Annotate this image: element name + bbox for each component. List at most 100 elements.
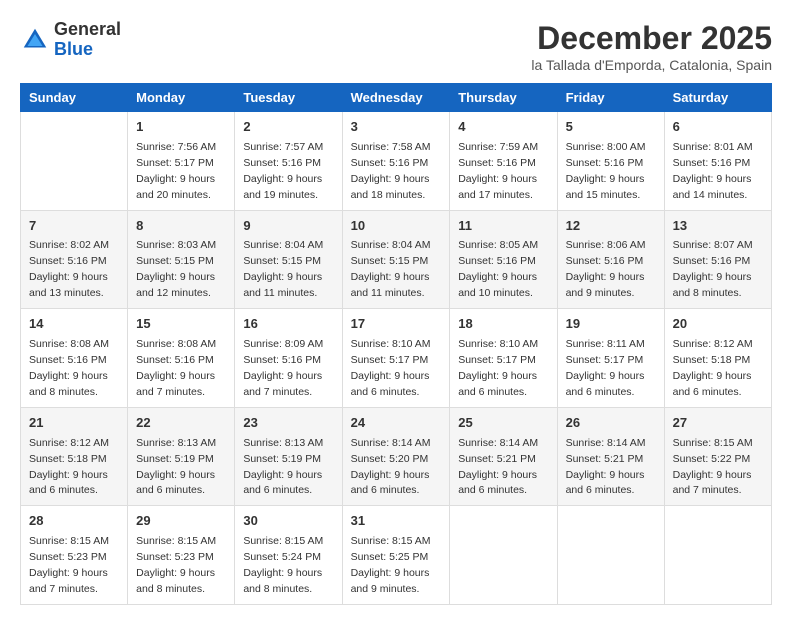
calendar-day-cell: 27 Sunrise: 8:15 AMSunset: 5:22 PMDaylig… bbox=[664, 407, 771, 506]
logo-icon bbox=[20, 25, 50, 55]
calendar-day-cell: 15 Sunrise: 8:08 AMSunset: 5:16 PMDaylig… bbox=[128, 309, 235, 408]
day-number: 15 bbox=[136, 315, 226, 334]
day-info: Sunrise: 8:15 AMSunset: 5:24 PMDaylight:… bbox=[243, 535, 323, 595]
day-info: Sunrise: 8:01 AMSunset: 5:16 PMDaylight:… bbox=[673, 141, 753, 201]
page-header: General Blue December 2025 la Tallada d'… bbox=[20, 20, 772, 73]
day-info: Sunrise: 8:10 AMSunset: 5:17 PMDaylight:… bbox=[351, 338, 431, 398]
calendar-day-cell: 7 Sunrise: 8:02 AMSunset: 5:16 PMDayligh… bbox=[21, 210, 128, 309]
day-number: 22 bbox=[136, 414, 226, 433]
calendar-header-row: SundayMondayTuesdayWednesdayThursdayFrid… bbox=[21, 84, 772, 112]
day-info: Sunrise: 8:12 AMSunset: 5:18 PMDaylight:… bbox=[673, 338, 753, 398]
day-number: 8 bbox=[136, 217, 226, 236]
calendar-day-cell: 3 Sunrise: 7:58 AMSunset: 5:16 PMDayligh… bbox=[342, 112, 450, 211]
day-number: 29 bbox=[136, 512, 226, 531]
calendar-day-cell: 30 Sunrise: 8:15 AMSunset: 5:24 PMDaylig… bbox=[235, 506, 342, 605]
day-info: Sunrise: 8:06 AMSunset: 5:16 PMDaylight:… bbox=[566, 239, 646, 299]
weekday-header: Wednesday bbox=[342, 84, 450, 112]
day-number: 2 bbox=[243, 118, 333, 137]
day-info: Sunrise: 8:15 AMSunset: 5:25 PMDaylight:… bbox=[351, 535, 431, 595]
calendar-day-cell: 23 Sunrise: 8:13 AMSunset: 5:19 PMDaylig… bbox=[235, 407, 342, 506]
calendar-day-cell bbox=[21, 112, 128, 211]
day-number: 9 bbox=[243, 217, 333, 236]
day-info: Sunrise: 7:58 AMSunset: 5:16 PMDaylight:… bbox=[351, 141, 431, 201]
day-number: 21 bbox=[29, 414, 119, 433]
logo-general: General bbox=[54, 19, 121, 39]
day-number: 28 bbox=[29, 512, 119, 531]
calendar-week-row: 1 Sunrise: 7:56 AMSunset: 5:17 PMDayligh… bbox=[21, 112, 772, 211]
day-info: Sunrise: 7:57 AMSunset: 5:16 PMDaylight:… bbox=[243, 141, 323, 201]
weekday-header: Saturday bbox=[664, 84, 771, 112]
day-number: 10 bbox=[351, 217, 442, 236]
calendar-day-cell: 8 Sunrise: 8:03 AMSunset: 5:15 PMDayligh… bbox=[128, 210, 235, 309]
day-number: 7 bbox=[29, 217, 119, 236]
calendar-day-cell: 9 Sunrise: 8:04 AMSunset: 5:15 PMDayligh… bbox=[235, 210, 342, 309]
weekday-header: Tuesday bbox=[235, 84, 342, 112]
day-number: 27 bbox=[673, 414, 763, 433]
calendar-day-cell: 25 Sunrise: 8:14 AMSunset: 5:21 PMDaylig… bbox=[450, 407, 557, 506]
day-number: 17 bbox=[351, 315, 442, 334]
day-number: 6 bbox=[673, 118, 763, 137]
day-number: 14 bbox=[29, 315, 119, 334]
day-number: 16 bbox=[243, 315, 333, 334]
day-info: Sunrise: 8:12 AMSunset: 5:18 PMDaylight:… bbox=[29, 437, 109, 497]
calendar: SundayMondayTuesdayWednesdayThursdayFrid… bbox=[20, 83, 772, 605]
day-number: 24 bbox=[351, 414, 442, 433]
calendar-day-cell: 6 Sunrise: 8:01 AMSunset: 5:16 PMDayligh… bbox=[664, 112, 771, 211]
day-number: 23 bbox=[243, 414, 333, 433]
day-info: Sunrise: 7:56 AMSunset: 5:17 PMDaylight:… bbox=[136, 141, 216, 201]
day-info: Sunrise: 8:15 AMSunset: 5:22 PMDaylight:… bbox=[673, 437, 753, 497]
calendar-day-cell: 21 Sunrise: 8:12 AMSunset: 5:18 PMDaylig… bbox=[21, 407, 128, 506]
calendar-day-cell bbox=[450, 506, 557, 605]
day-info: Sunrise: 8:07 AMSunset: 5:16 PMDaylight:… bbox=[673, 239, 753, 299]
day-info: Sunrise: 8:10 AMSunset: 5:17 PMDaylight:… bbox=[458, 338, 538, 398]
calendar-day-cell: 1 Sunrise: 7:56 AMSunset: 5:17 PMDayligh… bbox=[128, 112, 235, 211]
day-info: Sunrise: 8:11 AMSunset: 5:17 PMDaylight:… bbox=[566, 338, 645, 398]
day-info: Sunrise: 8:14 AMSunset: 5:20 PMDaylight:… bbox=[351, 437, 431, 497]
calendar-week-row: 7 Sunrise: 8:02 AMSunset: 5:16 PMDayligh… bbox=[21, 210, 772, 309]
day-info: Sunrise: 8:14 AMSunset: 5:21 PMDaylight:… bbox=[566, 437, 646, 497]
calendar-day-cell: 20 Sunrise: 8:12 AMSunset: 5:18 PMDaylig… bbox=[664, 309, 771, 408]
calendar-day-cell: 4 Sunrise: 7:59 AMSunset: 5:16 PMDayligh… bbox=[450, 112, 557, 211]
day-number: 26 bbox=[566, 414, 656, 433]
calendar-day-cell bbox=[664, 506, 771, 605]
calendar-day-cell: 22 Sunrise: 8:13 AMSunset: 5:19 PMDaylig… bbox=[128, 407, 235, 506]
day-info: Sunrise: 8:03 AMSunset: 5:15 PMDaylight:… bbox=[136, 239, 216, 299]
day-number: 11 bbox=[458, 217, 548, 236]
day-number: 5 bbox=[566, 118, 656, 137]
day-number: 31 bbox=[351, 512, 442, 531]
day-info: Sunrise: 8:08 AMSunset: 5:16 PMDaylight:… bbox=[29, 338, 109, 398]
calendar-day-cell: 10 Sunrise: 8:04 AMSunset: 5:15 PMDaylig… bbox=[342, 210, 450, 309]
day-info: Sunrise: 8:04 AMSunset: 5:15 PMDaylight:… bbox=[351, 239, 431, 299]
day-number: 19 bbox=[566, 315, 656, 334]
logo-blue: Blue bbox=[54, 39, 93, 59]
calendar-day-cell bbox=[557, 506, 664, 605]
day-number: 30 bbox=[243, 512, 333, 531]
calendar-day-cell: 2 Sunrise: 7:57 AMSunset: 5:16 PMDayligh… bbox=[235, 112, 342, 211]
calendar-day-cell: 5 Sunrise: 8:00 AMSunset: 5:16 PMDayligh… bbox=[557, 112, 664, 211]
calendar-day-cell: 19 Sunrise: 8:11 AMSunset: 5:17 PMDaylig… bbox=[557, 309, 664, 408]
day-info: Sunrise: 8:02 AMSunset: 5:16 PMDaylight:… bbox=[29, 239, 109, 299]
day-number: 12 bbox=[566, 217, 656, 236]
day-info: Sunrise: 8:05 AMSunset: 5:16 PMDaylight:… bbox=[458, 239, 538, 299]
day-info: Sunrise: 8:04 AMSunset: 5:15 PMDaylight:… bbox=[243, 239, 323, 299]
day-info: Sunrise: 8:13 AMSunset: 5:19 PMDaylight:… bbox=[136, 437, 216, 497]
weekday-header: Monday bbox=[128, 84, 235, 112]
day-number: 25 bbox=[458, 414, 548, 433]
calendar-day-cell: 16 Sunrise: 8:09 AMSunset: 5:16 PMDaylig… bbox=[235, 309, 342, 408]
calendar-day-cell: 17 Sunrise: 8:10 AMSunset: 5:17 PMDaylig… bbox=[342, 309, 450, 408]
location: la Tallada d'Emporda, Catalonia, Spain bbox=[531, 57, 772, 73]
day-number: 18 bbox=[458, 315, 548, 334]
day-info: Sunrise: 8:00 AMSunset: 5:16 PMDaylight:… bbox=[566, 141, 646, 201]
month-title: December 2025 bbox=[531, 20, 772, 57]
day-number: 3 bbox=[351, 118, 442, 137]
calendar-week-row: 14 Sunrise: 8:08 AMSunset: 5:16 PMDaylig… bbox=[21, 309, 772, 408]
day-info: Sunrise: 8:15 AMSunset: 5:23 PMDaylight:… bbox=[136, 535, 216, 595]
calendar-day-cell: 31 Sunrise: 8:15 AMSunset: 5:25 PMDaylig… bbox=[342, 506, 450, 605]
calendar-day-cell: 29 Sunrise: 8:15 AMSunset: 5:23 PMDaylig… bbox=[128, 506, 235, 605]
day-info: Sunrise: 8:15 AMSunset: 5:23 PMDaylight:… bbox=[29, 535, 109, 595]
logo-text: General Blue bbox=[54, 20, 121, 60]
day-number: 20 bbox=[673, 315, 763, 334]
weekday-header: Friday bbox=[557, 84, 664, 112]
calendar-day-cell: 14 Sunrise: 8:08 AMSunset: 5:16 PMDaylig… bbox=[21, 309, 128, 408]
day-info: Sunrise: 8:09 AMSunset: 5:16 PMDaylight:… bbox=[243, 338, 323, 398]
